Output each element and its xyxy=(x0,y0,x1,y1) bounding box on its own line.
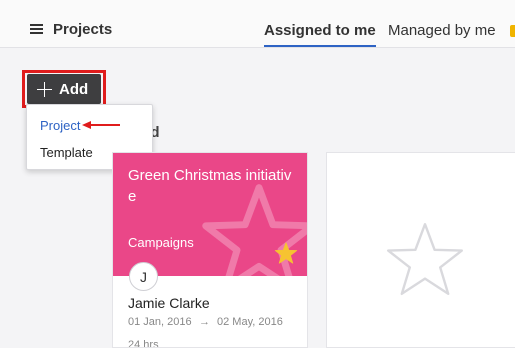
hamburger-menu-icon[interactable] xyxy=(30,24,43,34)
project-card[interactable]: Green Christmas initiative Campaigns J J… xyxy=(112,152,308,348)
date-arrow-icon: → xyxy=(199,316,210,328)
tab-assigned-to-me[interactable]: Assigned to me xyxy=(264,22,376,47)
plus-icon xyxy=(37,81,52,97)
page-title: Projects xyxy=(53,21,113,38)
avatar: J xyxy=(129,262,158,291)
tab-overflow-indicator xyxy=(510,25,515,37)
tab-managed-by-me[interactable]: Managed by me xyxy=(388,22,496,39)
placeholder-card xyxy=(326,152,515,348)
menu-item-project[interactable]: Project xyxy=(40,118,80,133)
project-category: Campaigns xyxy=(128,235,194,250)
project-start-date: 01 Jan, 2016 xyxy=(128,316,192,328)
project-card-banner: Green Christmas initiative Campaigns xyxy=(113,153,307,276)
red-arrow-icon xyxy=(82,121,122,129)
project-end-date: 02 May, 2016 xyxy=(217,316,283,328)
project-owner-name: Jamie Clarke xyxy=(128,295,210,311)
project-title[interactable]: Green Christmas initiative xyxy=(128,165,293,207)
menu-item-template[interactable]: Template xyxy=(40,145,93,160)
favorite-star-icon[interactable] xyxy=(274,242,298,264)
add-button-label: Add xyxy=(59,80,89,98)
top-bar: Projects Assigned to me Managed by me xyxy=(0,0,515,48)
project-hours: 24 hrs xyxy=(128,339,159,348)
star-outline-icon xyxy=(387,223,463,295)
add-button[interactable]: Add xyxy=(27,74,101,104)
